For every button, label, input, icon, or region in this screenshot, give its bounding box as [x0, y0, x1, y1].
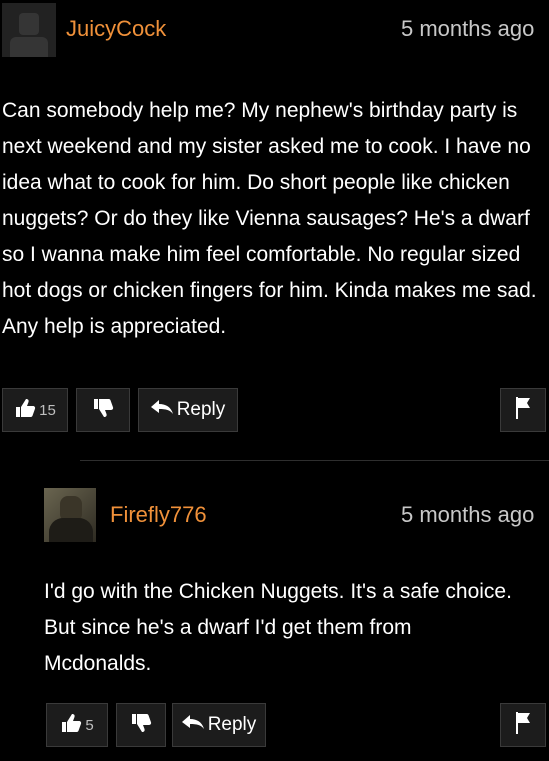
reply-button[interactable]: Reply [138, 388, 238, 432]
upvote-count: 5 [85, 716, 94, 734]
reply-arrow-icon [150, 399, 173, 421]
avatar[interactable] [2, 3, 56, 57]
reply-label: Reply [176, 399, 226, 420]
upvote-button[interactable]: 15 [2, 388, 68, 432]
reply-button[interactable]: Reply [172, 703, 266, 747]
upvote-button[interactable]: 5 [46, 703, 108, 747]
upvote-count: 15 [39, 401, 56, 419]
comment-text: I'd go with the Chicken Nuggets. It's a … [44, 580, 512, 675]
comment: JuicyCock 5 months ago Can somebody help… [0, 0, 549, 450]
thumbs-down-icon [92, 398, 114, 423]
comment-timestamp: 5 months ago [401, 502, 535, 527]
comment-timestamp: 5 months ago [401, 16, 535, 41]
flag-icon [515, 396, 531, 424]
thumbs-up-icon [60, 713, 82, 738]
comment-username[interactable]: Firefly776 [110, 502, 207, 528]
comment-text: Can somebody help me? My nephew's birthd… [2, 99, 537, 338]
thumbs-up-icon [14, 398, 36, 423]
comment-username[interactable]: JuicyCock [66, 16, 166, 42]
flag-icon [515, 711, 531, 739]
divider [80, 460, 549, 461]
downvote-button[interactable] [116, 703, 166, 747]
reply-arrow-icon [181, 714, 204, 736]
flag-button[interactable] [500, 703, 546, 747]
flag-button[interactable] [500, 388, 546, 432]
thumbs-down-icon [130, 713, 152, 738]
reply-label: Reply [207, 714, 257, 735]
avatar[interactable] [44, 488, 96, 542]
downvote-button[interactable] [76, 388, 130, 432]
